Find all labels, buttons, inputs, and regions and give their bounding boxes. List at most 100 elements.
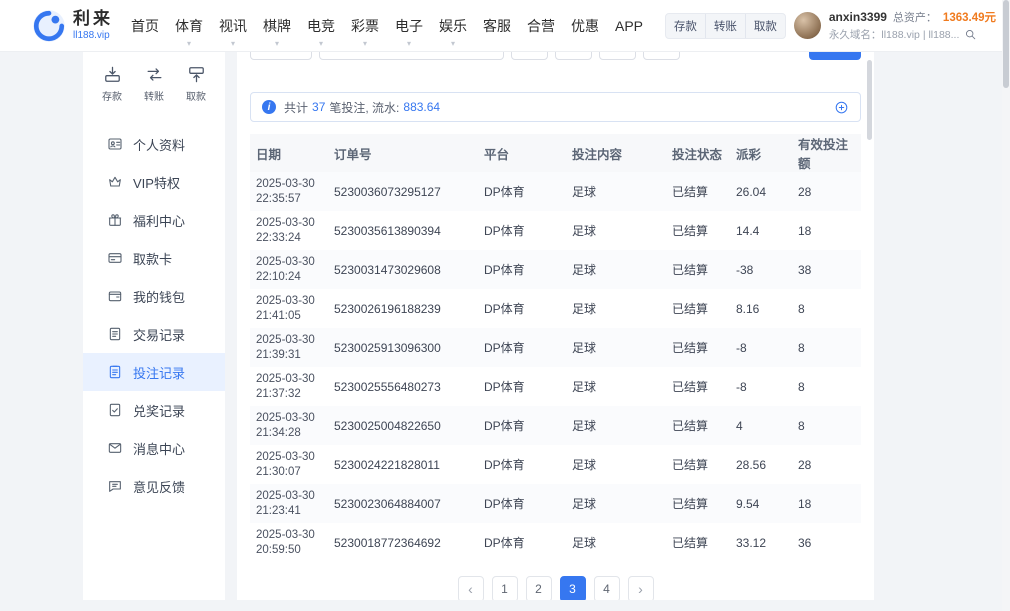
sidebar-item-2[interactable]: VIP特权 — [83, 163, 225, 201]
plus-circle-icon[interactable] — [834, 100, 849, 115]
cell-date: 2025-03-3021:30:07 — [250, 445, 328, 484]
sidebar: 存款转账 取款 个人资料 VIP特权福利中心取款卡我的钱包交易记录投注记录兑奖记录消… — [83, 52, 225, 600]
avatar[interactable] — [794, 12, 821, 39]
cell-payout: -8 — [730, 367, 792, 406]
sidebar-item-6[interactable]: 交易记录 — [83, 315, 225, 353]
cell-content: 足球 — [566, 406, 666, 445]
cell-platform: DP体育 — [478, 523, 566, 562]
nav-item-1[interactable]: 首页 — [123, 0, 167, 52]
page-scrollbar[interactable] — [1002, 0, 1010, 611]
cell-payout: 26.04 — [730, 172, 792, 211]
bet-date: 2025-03-30 — [256, 177, 322, 192]
sidebar-item-9[interactable]: 消息中心 — [83, 429, 225, 467]
sidebar-quick-2[interactable]: 转账 — [144, 65, 164, 103]
wallet-icon — [107, 288, 123, 304]
sidebar-item-3[interactable]: 福利中心 — [83, 201, 225, 239]
logo-title: 利来 — [73, 10, 113, 29]
nav-item-11[interactable]: 优惠 — [563, 0, 607, 52]
nav-item-4[interactable]: 棋牌▾ — [255, 0, 299, 52]
wallet-quick-link-3[interactable]: 取款 — [745, 14, 785, 38]
pagination-next[interactable]: › — [628, 576, 654, 600]
wallet-quick-link-2[interactable]: 转账 — [705, 14, 745, 38]
nav-item-label: 体育 — [175, 16, 203, 36]
sidebar-item-10[interactable]: 意见反馈 — [83, 467, 225, 505]
filter-date-input[interactable] — [319, 52, 504, 60]
sidebar-quick-label: 转账 — [144, 88, 164, 103]
filter-select[interactable] — [250, 52, 312, 60]
table-row: 2025-03-3021:30:075230024221828011DP体育足球… — [250, 445, 861, 484]
transactions-icon — [107, 326, 123, 342]
page-button-1[interactable]: 1 — [492, 576, 518, 600]
nav-item-2[interactable]: 体育▾ — [167, 0, 211, 52]
sidebar-item-8[interactable]: 兑奖记录 — [83, 391, 225, 429]
summary-bar: i 共计 37 笔投注, 流水: 883.64 — [250, 92, 861, 122]
bet-time: 21:30:07 — [256, 465, 322, 480]
deposit-icon — [103, 65, 122, 84]
cell-valid-amount: 18 — [792, 211, 861, 250]
cell-platform: DP体育 — [478, 172, 566, 211]
bet-time: 21:41:05 — [256, 309, 322, 324]
nav-item-5[interactable]: 电竞▾ — [299, 0, 343, 52]
welfare-icon — [107, 212, 123, 228]
cell-payout: 33.12 — [730, 523, 792, 562]
nav-item-3[interactable]: 视讯▾ — [211, 0, 255, 52]
cell-payout: 14.4 — [730, 211, 792, 250]
nav-item-10[interactable]: 合营 — [519, 0, 563, 52]
filter-quick-button-4[interactable] — [643, 52, 680, 60]
site-logo[interactable]: 利来 ll188.vip — [32, 9, 113, 43]
filter-quick-button-2[interactable] — [555, 52, 592, 60]
nav-item-8[interactable]: 娱乐▾ — [431, 0, 475, 52]
panel-scrollbar-thumb[interactable] — [867, 60, 872, 140]
cell-platform: DP体育 — [478, 289, 566, 328]
nav-item-12[interactable]: APP — [607, 0, 651, 52]
filter-quick-button-3[interactable] — [599, 52, 636, 60]
page-button-3[interactable]: 3 — [560, 576, 586, 600]
cell-content: 足球 — [566, 484, 666, 523]
cell-content: 足球 — [566, 367, 666, 406]
sidebar-item-label: VIP特权 — [133, 173, 180, 192]
nav-item-label: 娱乐 — [439, 16, 467, 36]
main-nav: 首页体育▾视讯▾棋牌▾电竞▾彩票▾电子▾娱乐▾客服合营优惠APP — [123, 0, 651, 52]
sidebar-item-5[interactable]: 我的钱包 — [83, 277, 225, 315]
page-button-2[interactable]: 2 — [526, 576, 552, 600]
sidebar-quick-3[interactable]: 取款 — [186, 65, 206, 103]
user-info: anxin3399 总资产： 1363.49元 永久域名：ll188.vip |… — [829, 9, 996, 42]
filter-search-button[interactable] — [809, 52, 861, 60]
wallet-quick-link-1[interactable]: 存款 — [666, 14, 705, 38]
table-body: 2025-03-3022:35:575230036073295127DP体育足球… — [250, 172, 861, 562]
bet-date: 2025-03-30 — [256, 450, 322, 465]
cell-status: 已结算 — [666, 367, 730, 406]
nav-item-label: 电竞 — [307, 16, 335, 36]
nav-item-label: 首页 — [131, 16, 159, 36]
bet-date: 2025-03-30 — [256, 372, 322, 387]
username[interactable]: anxin3399 — [829, 10, 887, 24]
nav-item-9[interactable]: 客服 — [475, 0, 519, 52]
cell-status: 已结算 — [666, 484, 730, 523]
cell-status: 已结算 — [666, 211, 730, 250]
nav-item-6[interactable]: 彩票▾ — [343, 0, 387, 52]
bet-time: 22:33:24 — [256, 231, 322, 246]
filter-quick-button-1[interactable] — [511, 52, 548, 60]
cell-platform: DP体育 — [478, 211, 566, 250]
nav-item-7[interactable]: 电子▾ — [387, 0, 431, 52]
sidebar-item-7[interactable]: 投注记录 — [83, 353, 225, 391]
search-icon[interactable] — [964, 28, 977, 41]
pagination-prev[interactable]: ‹ — [458, 576, 484, 600]
sidebar-item-4[interactable]: 取款卡 — [83, 239, 225, 277]
table-row: 2025-03-3020:59:505230018772364692DP体育足球… — [250, 523, 861, 562]
cell-valid-amount: 18 — [792, 484, 861, 523]
transfer-icon — [145, 65, 164, 84]
assets-label: 总资产： — [893, 9, 937, 25]
page-scrollbar-thumb[interactable] — [1003, 0, 1009, 88]
nav-item-label: 彩票 — [351, 16, 379, 36]
bet-time: 22:35:57 — [256, 192, 322, 207]
bet-records-table: 日期订单号平台投注内容投注状态派彩有效投注额 2025-03-3022:35:5… — [250, 134, 861, 562]
sidebar-item-1[interactable]: 个人资料 — [83, 125, 225, 163]
bets-icon — [107, 364, 123, 380]
cell-content: 足球 — [566, 445, 666, 484]
cell-content: 足球 — [566, 328, 666, 367]
cell-order: 5230035613890394 — [328, 211, 478, 250]
bet-date: 2025-03-30 — [256, 333, 322, 348]
page-button-4[interactable]: 4 — [594, 576, 620, 600]
sidebar-quick-1[interactable]: 存款 — [102, 65, 122, 103]
